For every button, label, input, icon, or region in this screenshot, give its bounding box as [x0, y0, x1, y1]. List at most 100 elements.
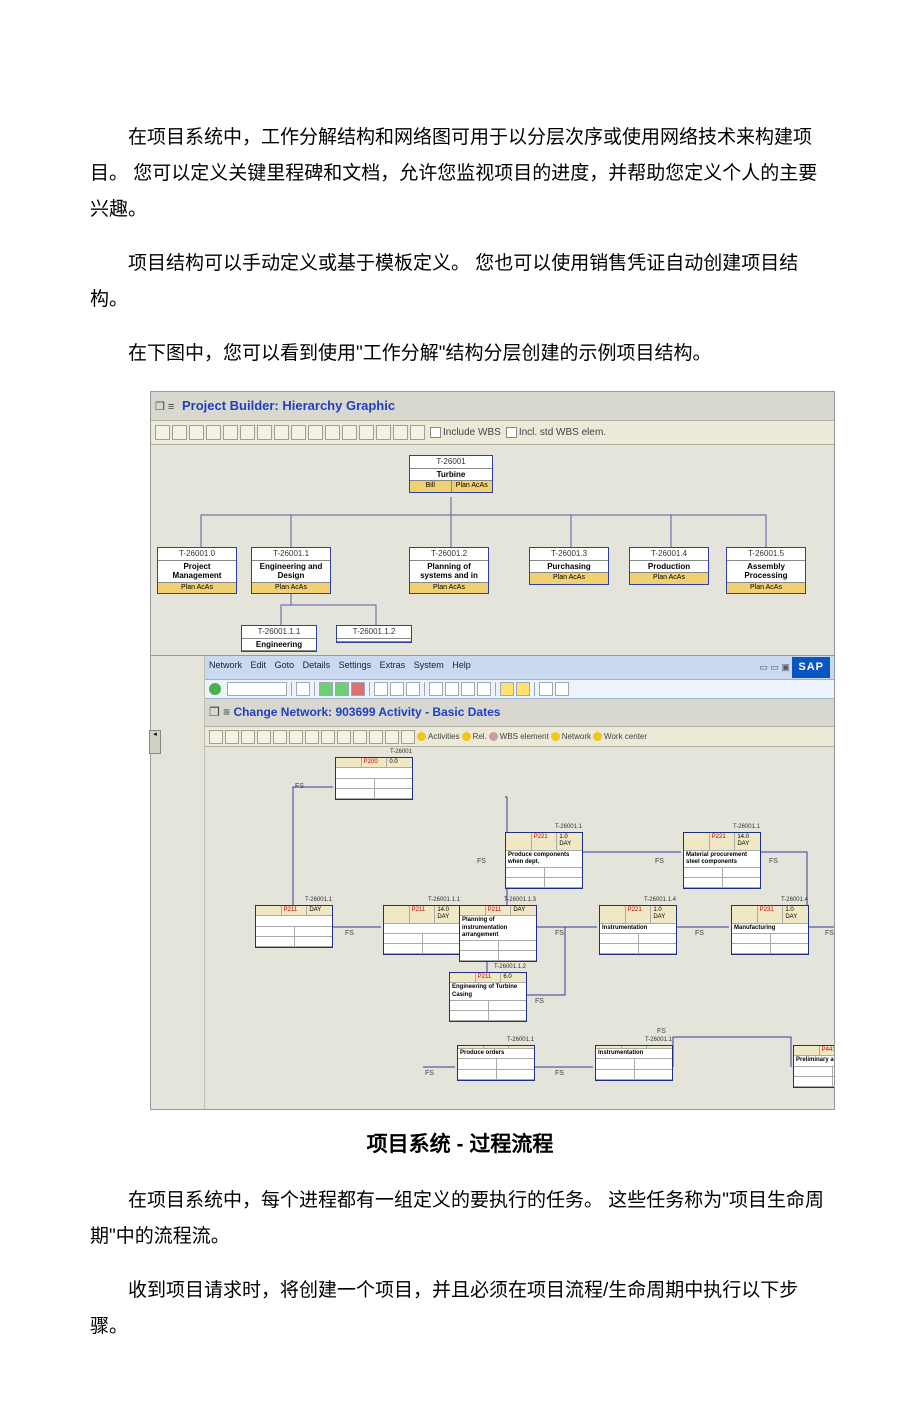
activity-box[interactable]: P2211.0 DAYInstrumentation T-26001.1.4	[599, 905, 677, 955]
toolbar-button[interactable]	[257, 425, 272, 440]
paragraph-5: 收到项目请求时，将创建一个项目，并且必须在项目流程/生命周期中执行以下步骤。	[90, 1273, 830, 1345]
edge-label: FS	[769, 855, 778, 868]
wbs-child[interactable]: T-26001.0 Project Management Plan AcAs	[157, 547, 237, 594]
incl-std-wbs-checkbox[interactable]: Incl. std WBS elem.	[506, 423, 606, 442]
left-gutter: ◂	[151, 656, 205, 1109]
paragraph-1: 在项目系统中，工作分解结构和网络图可用于以分层次序或使用网络技术来构建项目。 您…	[90, 120, 830, 228]
activity-box[interactable]: P2000.0 T-26001	[335, 757, 413, 800]
toolbar-button[interactable]	[209, 730, 223, 744]
toolbar-button[interactable]	[289, 730, 303, 744]
toolbar-icon[interactable]	[500, 682, 514, 696]
toolbar-button[interactable]	[291, 425, 306, 440]
toolbar-button[interactable]	[401, 730, 415, 744]
menu-system[interactable]: System	[414, 660, 444, 670]
toolbar-icon[interactable]	[406, 682, 420, 696]
toolbar-button[interactable]	[325, 425, 340, 440]
menu-edit[interactable]: Edit	[251, 660, 267, 670]
window-icon: ❐ ≡	[209, 705, 233, 719]
wbs-child[interactable]: T-26001.5 Assembly Processing Plan AcAs	[726, 547, 806, 594]
menu-network[interactable]: Network	[209, 660, 242, 670]
activity-box[interactable]: P211DAYPlanning of instrumentation arran…	[459, 905, 537, 962]
help-icon[interactable]	[539, 682, 553, 696]
activity-box[interactable]: P22114.0 DAYMaterial procurement steel c…	[683, 832, 761, 889]
wbs-child[interactable]: T-26001.2 Planning of systems and in Pla…	[409, 547, 489, 594]
toolbar-button[interactable]	[342, 425, 357, 440]
toolbar-button[interactable]	[410, 425, 425, 440]
toolbar-icon[interactable]	[516, 682, 530, 696]
wbs-child[interactable]: T-26001.4 Production Plan AcAs	[629, 547, 709, 585]
toolbar-icon[interactable]	[477, 682, 491, 696]
enter-icon[interactable]	[209, 683, 221, 695]
project-builder-window: ❐ ≡ Project Builder: Hierarchy Graphic I…	[150, 391, 835, 657]
activities-button[interactable]: Activities	[417, 729, 460, 744]
toolbar-icon[interactable]	[429, 682, 443, 696]
toolbar-icon[interactable]	[461, 682, 475, 696]
wbs-child[interactable]: T-26001.1 Engineering and Design Plan Ac…	[251, 547, 331, 594]
back-icon[interactable]	[319, 682, 333, 696]
toolbar-button[interactable]	[369, 730, 383, 744]
toolbar-button[interactable]	[172, 425, 187, 440]
paragraph-2: 项目结构可以手动定义或基于模板定义。 您也可以使用销售凭证自动创建项目结构。	[90, 246, 830, 318]
toolbar-button[interactable]	[353, 730, 367, 744]
work-center-button[interactable]: Work center	[593, 729, 647, 744]
rel-button[interactable]: Rel.	[462, 729, 487, 744]
toolbar-button[interactable]	[241, 730, 255, 744]
toolbar-button[interactable]	[337, 730, 351, 744]
toolbar-icon[interactable]	[445, 682, 459, 696]
activity-box[interactable]: P2116.0Engineering of Turbine Casing T-2…	[449, 972, 527, 1022]
menu-help[interactable]: Help	[452, 660, 471, 670]
activity-box[interactable]: Produce orders T-26001.1	[457, 1045, 535, 1081]
edge-label: FS	[695, 927, 704, 940]
exit-icon[interactable]	[335, 682, 349, 696]
toolbar-button[interactable]	[305, 730, 319, 744]
cancel-icon[interactable]	[351, 682, 365, 696]
wbs-grandchild[interactable]: T-26001.1.2	[336, 625, 412, 643]
toolbar-button[interactable]	[225, 730, 239, 744]
menu-extras[interactable]: Extras	[380, 660, 406, 670]
include-wbs-checkbox[interactable]: Include WBS	[430, 423, 501, 442]
window-controls-icon[interactable]: ▭ ▭ ▣	[759, 662, 790, 672]
window-icon: ❐ ≡	[155, 401, 174, 413]
toolbar-button[interactable]	[321, 730, 335, 744]
edge-label: FS	[655, 855, 664, 868]
activity-box[interactable]: P2311.0 DAYManufacturing T-26001.4	[731, 905, 809, 955]
toolbar-icon[interactable]	[374, 682, 388, 696]
wbs-grandchild[interactable]: T-26001.1.1 Engineering	[241, 625, 317, 652]
edge-label: FS	[425, 1067, 434, 1080]
toolbar-button[interactable]	[189, 425, 204, 440]
activity-box[interactable]: Instrumentation T-26001.1	[595, 1045, 673, 1081]
wbs-name: Turbine	[410, 469, 492, 482]
toolbar-button[interactable]	[393, 425, 408, 440]
toolbar-button[interactable]	[359, 425, 374, 440]
section-heading: 项目系统 - 过程流程	[90, 1125, 830, 1165]
network-button[interactable]: Network	[551, 729, 591, 744]
activity-box[interactable]: P211DAY T-26001.1	[255, 905, 333, 948]
wbs-element-button[interactable]: WBS element	[489, 729, 549, 744]
toolbar-icon[interactable]	[390, 682, 404, 696]
wbs-child[interactable]: T-26001.3 Purchasing Plan AcAs	[529, 547, 609, 585]
toolbar-button[interactable]	[273, 730, 287, 744]
menu-goto[interactable]: Goto	[275, 660, 295, 670]
toolbar-button[interactable]	[308, 425, 323, 440]
toolbar-button[interactable]	[155, 425, 170, 440]
toolbar-button[interactable]	[206, 425, 221, 440]
toolbar-button[interactable]	[376, 425, 391, 440]
activity-box[interactable]: P2211.0 DAYProduce components when dept.…	[505, 832, 583, 889]
edge-label: FS	[555, 1067, 564, 1080]
toolbar-button[interactable]	[223, 425, 238, 440]
toolbar-button[interactable]	[385, 730, 399, 744]
layout-icon[interactable]	[555, 682, 569, 696]
menu-details[interactable]: Details	[303, 660, 331, 670]
network-canvas[interactable]: P2000.0 T-26001 P2211.0 DAYProduce compon…	[205, 747, 834, 1109]
toolbar-button[interactable]	[257, 730, 271, 744]
wbs-root[interactable]: T-26001 Turbine BillPlan AcAs	[409, 455, 493, 493]
activity-box[interactable]: P21114.0 DAY T-26001.1.1	[383, 905, 461, 955]
toolbar-icon[interactable]	[296, 682, 310, 696]
hierarchy-canvas[interactable]: T-26001 Turbine BillPlan AcAs T-26001.0 …	[151, 445, 834, 655]
menu-settings[interactable]: Settings	[339, 660, 372, 670]
command-field[interactable]	[227, 682, 287, 696]
activity-box[interactable]: P441Preliminary acceptance T-26001.4	[793, 1045, 834, 1088]
collapse-tab[interactable]: ◂	[149, 730, 161, 754]
toolbar-button[interactable]	[240, 425, 255, 440]
toolbar-button[interactable]	[274, 425, 289, 440]
